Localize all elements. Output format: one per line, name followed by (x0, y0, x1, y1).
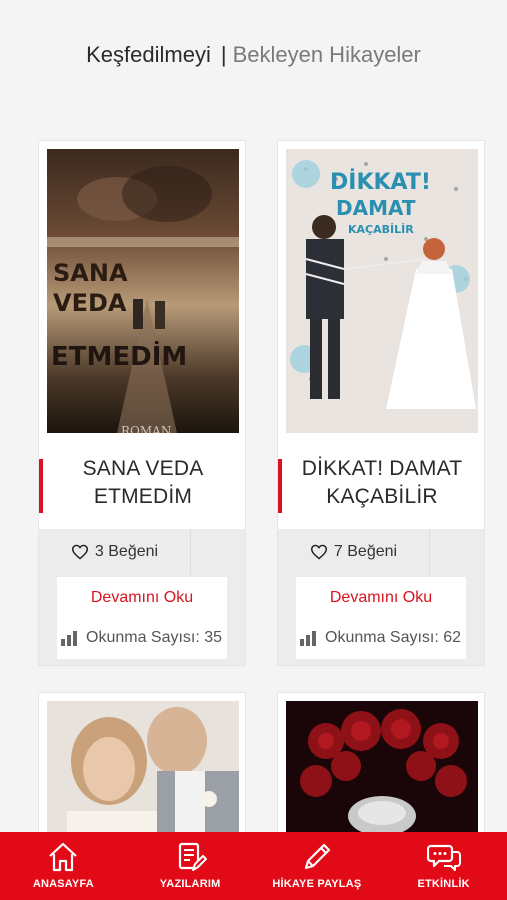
cover-text: KAÇABİLİR (348, 222, 414, 236)
pencil-icon (304, 843, 330, 870)
cover-text: DAMAT (336, 196, 416, 220)
title-accent-bar (278, 459, 282, 513)
tab-hikaye-paylas[interactable]: HİKAYE PAYLAŞ (254, 832, 381, 900)
like-button[interactable]: 7 Beğeni (278, 529, 430, 575)
chat-bubbles-icon (426, 844, 461, 871)
tab-etkinlik[interactable]: ETKİNLİK (380, 832, 507, 900)
header-separator: | (220, 42, 227, 67)
tab-label: HİKAYE PAYLAŞ (272, 878, 362, 890)
read-count: Okunma Sayısı: 35 (61, 629, 222, 647)
cover-text: ROMAN (121, 424, 171, 433)
story-card-footer: 7 Beğeni Devamını Oku Okunma Sayısı: 62 (278, 529, 484, 665)
story-cover-image[interactable]: DİKKAT! DAMAT KAÇABİLİR (286, 149, 478, 433)
story-card[interactable]: DİKKAT! DAMAT KAÇABİLİR DİKKAT! DAMAT KA… (277, 140, 485, 666)
heart-icon (71, 544, 88, 560)
read-more-link[interactable]: Devamını Oku (57, 589, 227, 607)
bottom-tab-bar: ANASAYFA YAZILARIM HİKAYE PAYLAŞ ETKİNLİ… (0, 832, 507, 900)
tab-yazilarim[interactable]: YAZILARIM (127, 832, 254, 900)
cover-text: VEDA (53, 289, 127, 317)
tab-label: ANASAYFA (32, 878, 94, 890)
home-icon (49, 842, 78, 872)
like-button[interactable]: 3 Beğeni (39, 529, 191, 575)
title-accent-bar (39, 459, 43, 513)
cover-text: DİKKAT! (330, 169, 431, 195)
like-count: 7 Beğeni (333, 543, 398, 560)
tab-label: YAZILARIM (159, 878, 221, 890)
read-count-text: Okunma Sayısı: 62 (325, 629, 462, 646)
story-title-area: DİKKAT! DAMAT KAÇABİLİR (278, 437, 484, 529)
bar-chart-icon (300, 631, 316, 646)
read-count: Okunma Sayısı: 62 (300, 629, 461, 647)
story-cover-image[interactable]: SANA VEDA ETMEDİM ROMAN (47, 149, 239, 433)
story-actions: Devamını Oku Okunma Sayısı: 35 (57, 577, 227, 659)
tab-bekleyen-hikayeler[interactable]: Bekleyen Hikayeler (233, 42, 421, 68)
read-more-link[interactable]: Devamını Oku (296, 589, 466, 607)
document-edit-icon (179, 842, 208, 871)
story-title-area: SANA VEDA ETMEDİM (39, 437, 245, 529)
story-title[interactable]: SANA VEDA ETMEDİM (45, 455, 241, 511)
story-card-footer: 3 Beğeni Devamını Oku Okunma Sayısı: 35 (39, 529, 245, 665)
read-count-text: Okunma Sayısı: 35 (86, 629, 223, 646)
cover-text: ETMEDİM (51, 340, 187, 372)
story-cover-image[interactable] (286, 701, 478, 853)
heart-icon (310, 544, 327, 560)
like-count: 3 Beğeni (94, 543, 159, 560)
tab-anasayfa[interactable]: ANASAYFA (0, 832, 127, 900)
bar-chart-icon (61, 631, 77, 646)
cover-text: SANA (53, 259, 128, 287)
story-card[interactable] (38, 692, 246, 853)
tab-label: ETKİNLİK (417, 878, 470, 890)
story-actions: Devamını Oku Okunma Sayısı: 62 (296, 577, 466, 659)
story-card[interactable]: SANA VEDA ETMEDİM ROMAN SANA VEDA ETMEDİ… (38, 140, 246, 666)
tab-kesfedilmeyi[interactable]: Keşfedilmeyi (86, 42, 211, 68)
page-header: Keşfedilmeyi | Bekleyen Hikayeler (0, 0, 507, 110)
story-title[interactable]: DİKKAT! DAMAT KAÇABİLİR (284, 455, 480, 511)
story-cover-image[interactable] (47, 701, 239, 853)
story-card[interactable] (277, 692, 485, 853)
